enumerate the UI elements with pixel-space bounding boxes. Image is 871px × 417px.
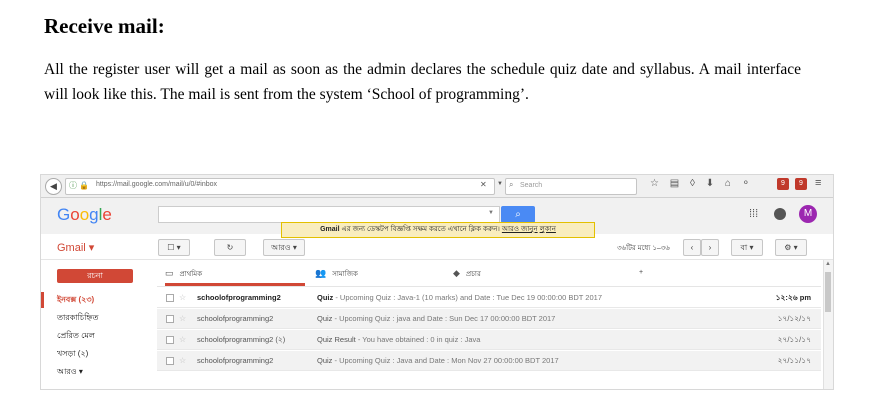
chevron-down-icon[interactable]: ▼ — [497, 181, 503, 187]
gmail-screenshot: ◀ ⓘ 🔒 https://mail.google.com/mail/u/0/#… — [40, 174, 834, 390]
sidebar-item-drafts[interactable]: খসড়া (২) — [41, 346, 151, 362]
category-tabs: ▭ প্রাথমিক 👥 সামাজিক ◆ প্রচার + — [157, 260, 821, 287]
star-icon[interactable]: ☆ — [179, 309, 186, 328]
chevron-down-icon[interactable]: ▼ — [488, 210, 494, 216]
row-snippet: - You have obtained : 0 in quiz : Java — [355, 335, 481, 344]
row-checkbox[interactable] — [166, 357, 174, 365]
star-icon[interactable]: ☆ — [179, 288, 186, 307]
learn-more-link[interactable]: আরও জানুন — [502, 226, 538, 233]
refresh-button[interactable]: ↻ — [214, 239, 246, 256]
table-row[interactable]: ☆ schoolofprogramming2 Quiz - Upcoming Qui… — [157, 288, 821, 308]
row-subject: Quiz Result - You have obtained : 0 in q… — [317, 330, 757, 349]
star-icon[interactable]: ☆ — [179, 330, 186, 349]
table-row[interactable]: ☆ schoolofprogramming2 (২) Quiz Result - Y… — [157, 330, 821, 350]
scroll-up-icon[interactable]: ▲ — [825, 261, 831, 267]
logo-letter: G — [57, 205, 71, 224]
people-icon: 👥 — [315, 268, 327, 278]
compose-button[interactable]: রচনা — [57, 269, 133, 283]
sidebar-item-sent[interactable]: প্রেরিত মেল — [41, 328, 151, 344]
inbox-list: ▭ প্রাথমিক 👥 সামাজিক ◆ প্রচার + ☆ schoolofpr… — [157, 260, 821, 389]
browser-toolbar-icons[interactable]: ☆ ▤ ◊ ⬇ ⌂ ⚬ — [650, 178, 754, 189]
notifications-icon[interactable] — [774, 208, 786, 220]
table-row[interactable]: ☆ schoolofprogramming2 Quiz - Upcoming Qui… — [157, 309, 821, 329]
extension-badge-icon[interactable]: 9 — [795, 178, 807, 190]
tab-social[interactable]: 👥 সামাজিক — [315, 260, 455, 286]
row-snippet: - Upcoming Quiz : Java-1 (10 marks) and … — [333, 293, 602, 302]
logo-letter: e — [102, 205, 112, 224]
next-page-button[interactable]: › — [701, 239, 719, 256]
row-subject: Quiz - Upcoming Quiz : Java and Date : M… — [317, 351, 757, 370]
tab-promotions[interactable]: ◆ প্রচার — [453, 260, 593, 286]
row-sender: schoolofprogramming2 (২) — [197, 335, 286, 344]
back-button[interactable]: ◀ — [45, 178, 62, 195]
gmail-header: Google ▼ ⌕ Gmail এর জন্য ডেস্কটপ বিজ্ঞপ্… — [41, 198, 833, 238]
sidebar-item-starred[interactable]: তারকাচিহ্নিত — [41, 310, 151, 326]
row-sender: schoolofprogramming2 — [197, 314, 274, 323]
row-snippet: - Upcoming Quiz : java and Date : Sun De… — [332, 314, 556, 323]
lock-icon: ⓘ 🔒 — [69, 181, 90, 190]
sidebar-item-inbox[interactable]: ইনবক্স (২৩) — [41, 292, 151, 308]
tag-icon: ◆ — [453, 268, 460, 278]
logo-letter: o — [70, 205, 80, 224]
row-date: ১৭/১২/১৭ — [777, 314, 811, 323]
google-logo[interactable]: Google — [57, 205, 112, 225]
row-title: Quiz — [317, 314, 333, 323]
logo-letter: o — [79, 205, 90, 224]
apps-grid-icon[interactable]: ⁞⁞⁞ — [749, 208, 758, 220]
search-button[interactable]: ⌕ — [501, 206, 535, 223]
gmail-label[interactable]: Gmail ▾ — [57, 241, 94, 254]
star-icon[interactable]: ☆ — [179, 351, 186, 370]
sidebar: রচনা ইনবক্স (২৩) তারকাচিহ্নিত প্রেরিত মে… — [41, 260, 151, 389]
row-sender: schoolofprogramming2 — [197, 356, 274, 365]
tab-primary[interactable]: ▭ প্রাথমিক — [165, 260, 305, 286]
clear-url-icon[interactable]: ✕ — [480, 180, 487, 189]
row-subject: Quiz - Upcoming Quiz : java and Date : S… — [317, 309, 757, 328]
prev-page-button[interactable]: ‹ — [683, 239, 701, 256]
tab-label: প্রচার — [465, 271, 481, 278]
row-snippet: - Upcoming Quiz : Java and Date : Mon No… — [332, 356, 559, 365]
row-checkbox[interactable] — [166, 336, 174, 344]
row-subject: Quiz - Upcoming Quiz : Java-1 (10 marks)… — [317, 288, 757, 307]
row-checkbox[interactable] — [166, 294, 174, 302]
row-date: ২৭/১১/১৭ — [777, 356, 811, 365]
inbox-icon: ▭ — [165, 268, 174, 278]
avatar[interactable]: M — [799, 205, 817, 223]
select-checkbox-button[interactable]: ☐ ▾ — [158, 239, 190, 256]
scrollbar[interactable]: ▲ — [823, 260, 833, 389]
row-date: ১২:২৬ pm — [775, 293, 811, 302]
row-date: ২৭/১১/১৭ — [777, 335, 811, 344]
logo-letter: g — [89, 205, 99, 224]
row-sender: schoolofprogramming2 — [197, 293, 281, 302]
url-text: https://mail.google.com/mail/u/0/#inbox — [96, 181, 218, 188]
language-button[interactable]: বা ▾ — [731, 239, 763, 256]
tab-label: প্রাথমিক — [179, 271, 203, 278]
row-title: Quiz — [317, 293, 334, 302]
browser-search-input[interactable]: ⌕ Search — [505, 178, 637, 195]
section-heading: Receive mail: — [44, 14, 165, 38]
hide-link[interactable]: লুকান — [540, 226, 556, 233]
tab-label: সামাজিক — [332, 271, 358, 278]
browser-toolbar: ◀ ⓘ 🔒 https://mail.google.com/mail/u/0/#… — [41, 175, 833, 198]
desktop-notification-banner: Gmail এর জন্য ডেস্কটপ বিজ্ঞপ্তি সক্ষম কর… — [281, 222, 595, 238]
scrollbar-thumb[interactable] — [825, 272, 831, 312]
search-placeholder: Search — [520, 182, 543, 189]
extension-badge-icon[interactable]: 9 — [777, 178, 789, 190]
address-bar[interactable]: ⓘ 🔒 https://mail.google.com/mail/u/0/#in… — [65, 178, 495, 195]
notice-text[interactable]: এর জন্য ডেস্কটপ বিজ্ঞপ্তি সক্ষম করতে এখা… — [341, 226, 499, 233]
row-title: Quiz Result — [317, 335, 356, 344]
row-checkbox[interactable] — [166, 315, 174, 323]
table-row[interactable]: ☆ schoolofprogramming2 Quiz - Upcoming Qui… — [157, 351, 821, 371]
notice-bold: Gmail — [320, 226, 340, 233]
hamburger-menu-icon[interactable]: ≡ — [815, 177, 821, 189]
row-title: Quiz — [317, 356, 333, 365]
add-tab-button[interactable]: + — [639, 260, 659, 286]
search-icon: ⌕ — [509, 180, 514, 189]
page-count: ৩৬টির মধ্যে ১–৩৬ — [617, 245, 670, 252]
mail-search-input[interactable]: ▼ — [158, 206, 500, 223]
description-paragraph: All the register user will get a mail as… — [44, 61, 801, 103]
more-button[interactable]: আরও ▾ — [263, 239, 305, 256]
sidebar-item-more[interactable]: আরও ▾ — [41, 364, 151, 380]
mail-toolbar: Gmail ▾ ☐ ▾ ↻ আরও ▾ ৩৬টির মধ্যে ১–৩৬ ‹ ›… — [41, 235, 833, 260]
settings-gear-icon[interactable]: ⚙ ▾ — [775, 239, 807, 256]
